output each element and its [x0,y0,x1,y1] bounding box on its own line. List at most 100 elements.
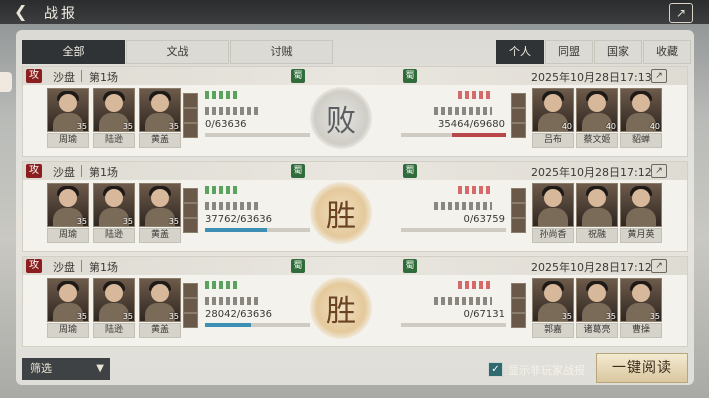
hero-portrait[interactable] [576,183,618,227]
skill-icon [183,218,198,233]
hero-portrait[interactable]: 35 [93,278,135,322]
battle-report-card[interactable]: 攻沙盘 第1场 蜀 蜀 2025年10月28日17:13 ↗ 35 周瑜 35 陆逊 35 黄盖 40 吕… [22,66,688,157]
redacted-player-info [434,202,492,210]
left-troops: 0/63636 [205,119,247,130]
tab-all[interactable]: 全部 [22,40,125,64]
skill-icon [511,123,526,138]
hero-name: 蔡文姬 [576,133,618,148]
chevron-down-icon: ▼ [96,363,104,374]
redacted-player-name [205,186,239,194]
skill-icon [183,188,198,203]
hero-name: 郭嘉 [532,323,574,338]
battle-report-card[interactable]: 攻沙盘 第1场 蜀 蜀 2025年10月28日17:12 ↗ 35 周瑜 35 陆逊 35 黄盖 孙尚香… [22,161,688,252]
skill-icon [183,203,198,218]
battle-report-card[interactable]: 攻沙盘 第1场 蜀 蜀 2025年10月28日17:12 ↗ 35 周瑜 35 陆逊 35 黄盖 35 郭… [22,256,688,347]
back-arrow-icon[interactable]: ❮ [14,4,40,20]
share-icon[interactable]: ↗ [651,164,667,178]
attack-badge: 攻 [26,164,42,178]
left-troops: 37762/63636 [205,214,272,225]
hero-portrait[interactable]: 40 [532,88,574,132]
share-report-icon[interactable]: ↗ [669,3,693,23]
redacted-player-name [458,281,492,289]
faction-badge-right: 蜀 [403,164,417,178]
hero-level: 35 [168,217,179,226]
hero-level: 35 [76,217,87,226]
hero-portrait[interactable]: 35 [139,278,181,322]
hero-level: 35 [76,122,87,131]
report-round: 第1场 [89,261,118,274]
hero-name: 黄盖 [139,228,181,243]
tab-civil-battle[interactable]: 文战 [126,40,229,64]
divider [81,165,82,177]
hero-name: 吕布 [532,133,574,148]
hero-name: 黄月英 [620,228,662,243]
hero-level: 35 [122,122,133,131]
hero-name: 祝融 [576,228,618,243]
share-icon[interactable]: ↗ [651,69,667,83]
hero-portrait[interactable]: 40 [620,88,662,132]
tab-favorites[interactable]: 收藏 [643,40,691,64]
left-troops: 28042/63636 [205,309,272,320]
report-location: 沙盘 [53,71,75,84]
tab-bandit-raid[interactable]: 讨贼 [230,40,333,64]
skill-icon [183,313,198,328]
left-troop-bar [205,323,310,327]
hero-level: 40 [605,122,616,131]
hero-portrait[interactable]: 35 [47,183,89,227]
show-nonplayer-checkbox[interactable]: ✓ [488,362,503,377]
hero-portrait[interactable]: 35 [620,278,662,322]
hero-name: 周瑜 [47,133,89,148]
hero-name: 陆逊 [93,133,135,148]
hero-portrait[interactable]: 35 [93,88,135,132]
redacted-player-name [458,91,492,99]
share-icon[interactable]: ↗ [651,259,667,273]
skill-icon [511,203,526,218]
tab-nation[interactable]: 国家 [594,40,642,64]
hero-name: 周瑜 [47,323,89,338]
hero-portrait[interactable]: 35 [93,183,135,227]
right-troops: 0/63759 [463,214,505,225]
hero-name: 陆逊 [93,228,135,243]
page-title: 战报 [44,6,78,22]
skill-icon [511,313,526,328]
skill-icon [183,298,198,313]
scope-tabs: 个人 同盟 国家 收藏 [496,40,692,64]
category-tabs: 全部 文战 讨贼 [22,40,334,64]
report-date: 2025年10月28日17:12 [531,261,652,274]
top-bar: ❮ 战报 ↗ [0,0,709,24]
hero-portrait[interactable]: 35 [576,278,618,322]
hero-portrait[interactable]: 35 [139,88,181,132]
hero-level: 35 [605,312,616,321]
hero-portrait[interactable]: 35 [47,278,89,322]
hero-portrait[interactable]: 35 [532,278,574,322]
hero-name: 诸葛亮 [576,323,618,338]
hero-portrait[interactable] [620,183,662,227]
skill-icon [511,188,526,203]
report-date: 2025年10月28日17:13 [531,71,652,84]
hero-level: 35 [122,312,133,321]
faction-badge-right: 蜀 [403,259,417,273]
hero-portrait[interactable] [532,183,574,227]
tab-alliance[interactable]: 同盟 [545,40,593,64]
redacted-player-name [205,91,239,99]
filter-label: 筛选 [30,362,52,375]
filter-dropdown[interactable]: 筛选 ▼ [22,358,110,380]
right-troops: 0/67131 [463,309,505,320]
hero-name: 黄盖 [139,323,181,338]
read-all-button[interactable]: 一键阅读 [596,353,688,383]
battle-result-seal: 胜 [310,182,372,244]
tab-personal[interactable]: 个人 [496,40,544,64]
hero-portrait[interactable]: 40 [576,88,618,132]
hero-portrait[interactable]: 35 [139,183,181,227]
hero-portrait[interactable]: 35 [47,88,89,132]
faction-badge-left: 蜀 [291,69,305,83]
hero-level: 35 [168,312,179,321]
redacted-player-info [434,297,492,305]
hero-name: 黄盖 [139,133,181,148]
battle-result-seal: 胜 [310,277,372,339]
faction-badge-left: 蜀 [291,164,305,178]
hero-level: 35 [122,217,133,226]
redacted-player-info [205,297,261,305]
right-troop-bar [401,228,506,232]
side-notification-tab[interactable] [0,72,12,92]
